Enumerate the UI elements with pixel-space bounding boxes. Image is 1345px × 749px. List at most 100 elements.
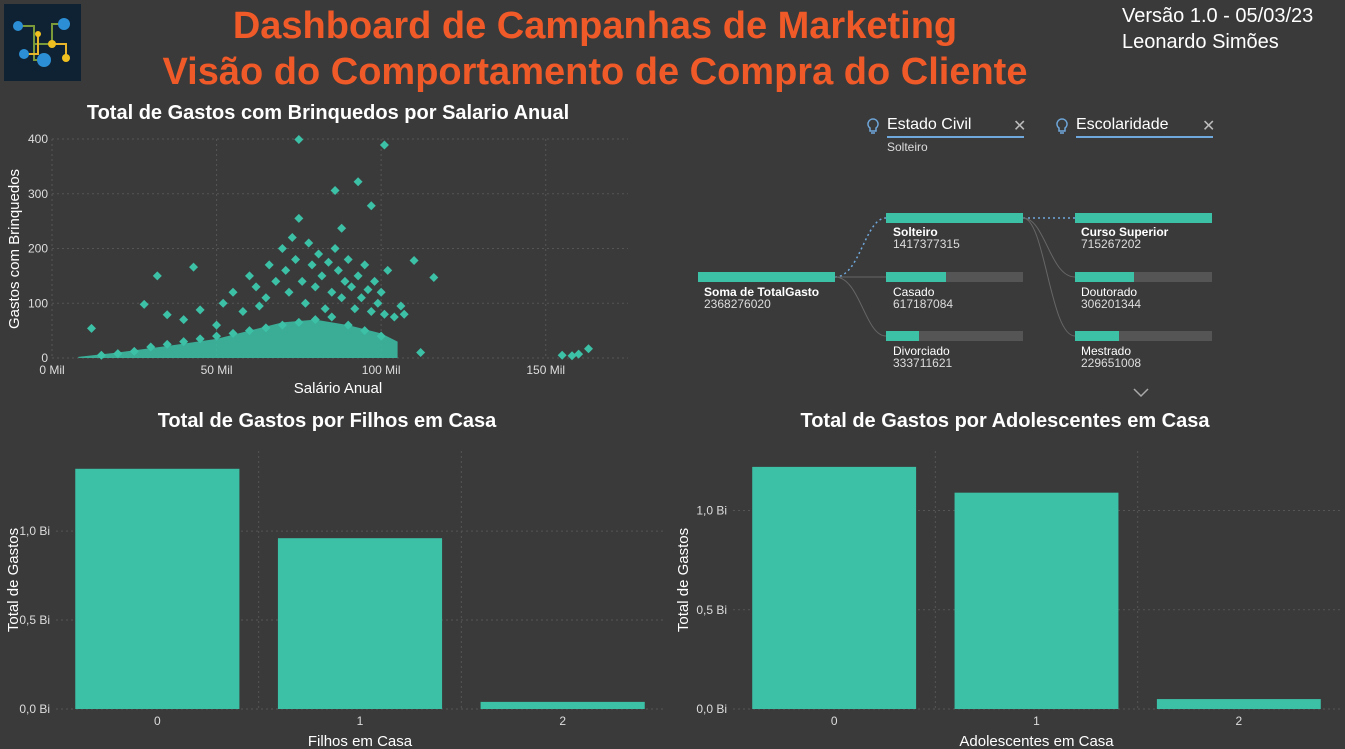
level2-bar-fill (1075, 272, 1134, 282)
scatter-point (409, 256, 419, 266)
level1-bar-track[interactable] (886, 331, 1023, 341)
bar (277, 538, 443, 709)
scatter-point (238, 306, 248, 316)
scatter-point (86, 323, 96, 333)
y-tick-label: 100 (28, 296, 48, 310)
scatter-point (327, 287, 337, 297)
y-tick-label: 0,0 Bi (19, 702, 50, 716)
scatter-point (379, 140, 389, 150)
decomposition-tree[interactable]: Soma de TotalGasto 2368276020 Solteiro 1… (690, 200, 1230, 400)
version-label: Versão 1.0 - 05/03/23 (1122, 5, 1314, 27)
slicer-underline (887, 136, 1024, 138)
y-tick-label: 400 (28, 132, 48, 146)
root-bar[interactable] (698, 272, 835, 282)
scatter-chart[interactable]: Total de Gastos com Brinquedos por Salar… (0, 96, 640, 401)
level1-bar-fill (886, 331, 919, 341)
x-axis-label: Adolescentes em Casa (959, 733, 1114, 749)
scatter-point (264, 260, 274, 270)
clear-filter-icon[interactable]: ✕ (1013, 116, 1026, 136)
bar (1156, 699, 1321, 709)
dashboard-subtitle: Visão do Comportamento de Compra do Clie… (162, 51, 1028, 93)
bar (480, 701, 645, 709)
bar-chart-filhos[interactable]: Total de Gastos por Filhos em Casa 0,0 Bi… (0, 400, 670, 749)
y-axis-label: Total de Gastos (5, 528, 22, 632)
scatter-point (294, 135, 304, 145)
scatter-point (297, 276, 307, 286)
scatter-point (353, 177, 363, 187)
level2-bar-track[interactable] (1075, 213, 1212, 223)
x-tick-label: 50 Mil (201, 363, 233, 377)
scatter-point (337, 223, 347, 233)
scatter-point (152, 271, 162, 281)
bar (752, 466, 917, 709)
scatter-point (356, 293, 366, 303)
chevron-down-icon[interactable] (1132, 386, 1150, 398)
dashboard-title: Dashboard de Campanhas de Marketing (232, 5, 958, 47)
y-tick-label: 1,0 Bi (19, 524, 50, 538)
scatter-point (291, 254, 301, 264)
scatter-point (284, 287, 294, 297)
scatter-point (277, 244, 287, 253)
scatter-point (567, 351, 577, 361)
scatter-point (195, 305, 205, 315)
scatter-point (307, 260, 317, 270)
scatter-point (189, 262, 199, 272)
chart-title: Total de Gastos com Brinquedos por Salar… (87, 102, 569, 124)
scatter-point (343, 254, 353, 264)
scatter-point (139, 299, 149, 309)
scatter-point (363, 285, 373, 295)
x-tick-label: 1 (1033, 714, 1040, 728)
scatter-point (347, 282, 357, 292)
level1-bar-track[interactable] (886, 272, 1023, 282)
y-axis-label: Total de Gastos (675, 528, 692, 632)
level2-value: 229651008 (1081, 356, 1142, 370)
scatter-point (294, 213, 304, 223)
scatter-point (366, 201, 376, 211)
y-tick-label: 0,5 Bi (696, 603, 727, 617)
scatter-point (557, 350, 567, 360)
scatter-point (350, 304, 360, 314)
scatter-point (310, 282, 320, 292)
level2-bar-track[interactable] (1075, 272, 1212, 282)
scatter-point (337, 293, 347, 303)
x-tick-label: 1 (357, 714, 364, 728)
level2-value: 715267202 (1081, 237, 1142, 251)
root-value: 2368276020 (704, 297, 771, 311)
scatter-point (320, 304, 330, 314)
scatter-point (271, 276, 281, 286)
x-tick-label: 100 Mil (362, 363, 401, 377)
scatter-point (389, 312, 399, 322)
level1-bar-track[interactable] (886, 213, 1023, 223)
scatter-point (244, 271, 254, 281)
scatter-point (370, 276, 380, 286)
y-tick-label: 300 (28, 187, 48, 201)
y-tick-label: 1,0 Bi (696, 504, 727, 518)
scatter-point (353, 271, 363, 281)
level2-bar-track[interactable] (1075, 331, 1212, 341)
level1-value: 333711621 (893, 356, 953, 370)
scatter-point (218, 298, 228, 308)
scatter-point (304, 238, 314, 248)
scatter-point (333, 265, 343, 275)
y-tick-label: 0,0 Bi (696, 702, 727, 716)
level1-bar-fill (886, 213, 1023, 223)
level1-value: 617187084 (893, 297, 954, 311)
bar-chart-adolescentes[interactable]: Total de Gastos por Adolescentes em Casa… (670, 400, 1345, 749)
x-tick-label: 2 (559, 714, 566, 728)
slicer-underline (1076, 136, 1213, 138)
scatter-point (360, 260, 370, 270)
x-tick-label: 2 (1235, 714, 1242, 728)
level2-bar-fill (1075, 331, 1119, 341)
bar (75, 468, 240, 709)
scatter-point (261, 293, 271, 303)
scatter-point (314, 249, 324, 259)
level1-value: 1417377315 (893, 237, 960, 251)
clear-filter-icon[interactable]: ✕ (1202, 116, 1215, 136)
scatter-point (317, 271, 327, 281)
slicer-label: Escolaridade (1076, 116, 1169, 133)
scatter-point (340, 276, 350, 286)
x-axis-label: Filhos em Casa (308, 733, 413, 749)
scatter-point (376, 287, 386, 297)
lightbulb-icon (866, 118, 880, 141)
scatter-point (366, 306, 376, 316)
